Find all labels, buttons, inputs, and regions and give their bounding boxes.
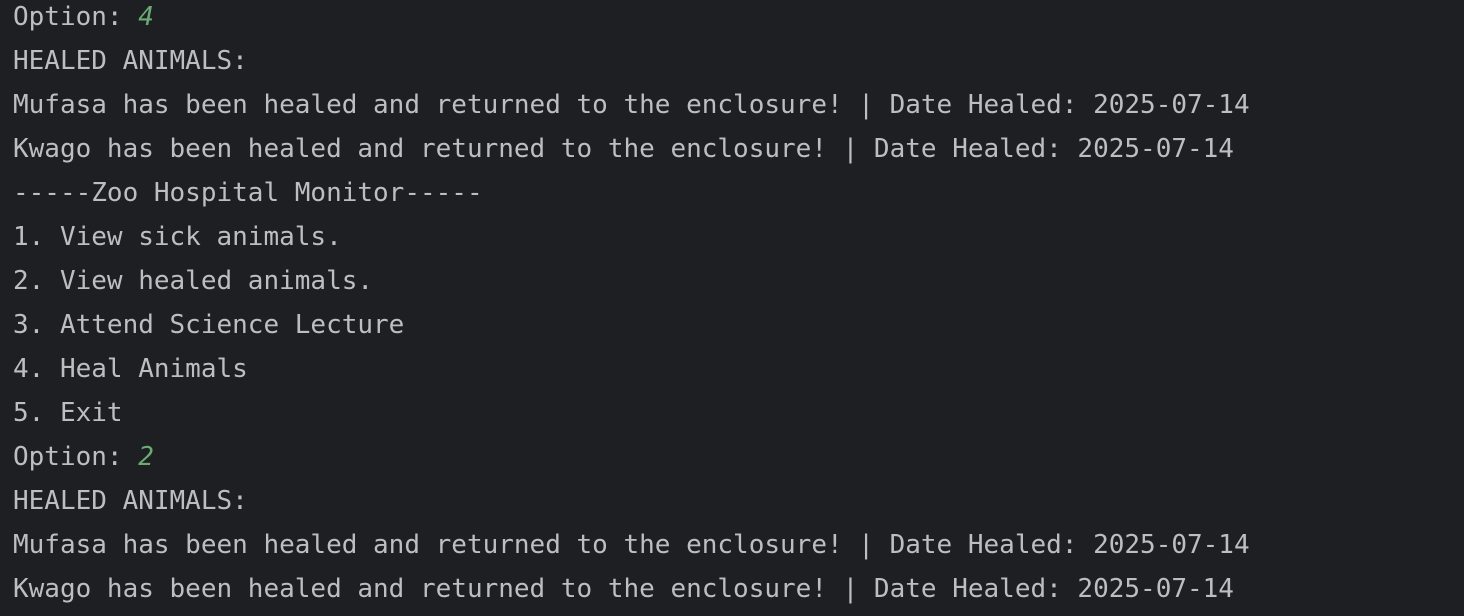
menu-item-view-sick: 1. View sick animals. <box>13 222 342 252</box>
menu-item-exit: 5. Exit <box>13 398 123 428</box>
menu-item-heal-animals: 4. Heal Animals <box>13 354 248 384</box>
healed-animal-entry: Kwago has been healed and returned to th… <box>13 574 1234 604</box>
option-input-value: 4 <box>138 2 154 32</box>
healed-animal-entry: Mufasa has been healed and returned to t… <box>13 90 1250 120</box>
option-prompt-label: Option: <box>13 442 139 472</box>
console-output: Option: 4 HEALED ANIMALS: Mufasa has bee… <box>0 0 1464 616</box>
menu-title: -----Zoo Hospital Monitor----- <box>13 178 483 208</box>
option-prompt-label: Option: <box>13 2 139 32</box>
menu-item-view-healed: 2. View healed animals. <box>13 266 374 296</box>
option-prompt-line: Option: 4 <box>13 0 154 39</box>
menu-item-attend-lecture: 3. Attend Science Lecture <box>13 310 405 340</box>
healed-animal-entry: Kwago has been healed and returned to th… <box>13 134 1234 164</box>
healed-animals-heading: HEALED ANIMALS: <box>13 486 248 516</box>
healed-animals-heading: HEALED ANIMALS: <box>13 46 248 76</box>
option-prompt-line: Option: 2 <box>13 435 154 479</box>
healed-animal-entry: Mufasa has been healed and returned to t… <box>13 530 1250 560</box>
option-input-value: 2 <box>138 442 154 472</box>
